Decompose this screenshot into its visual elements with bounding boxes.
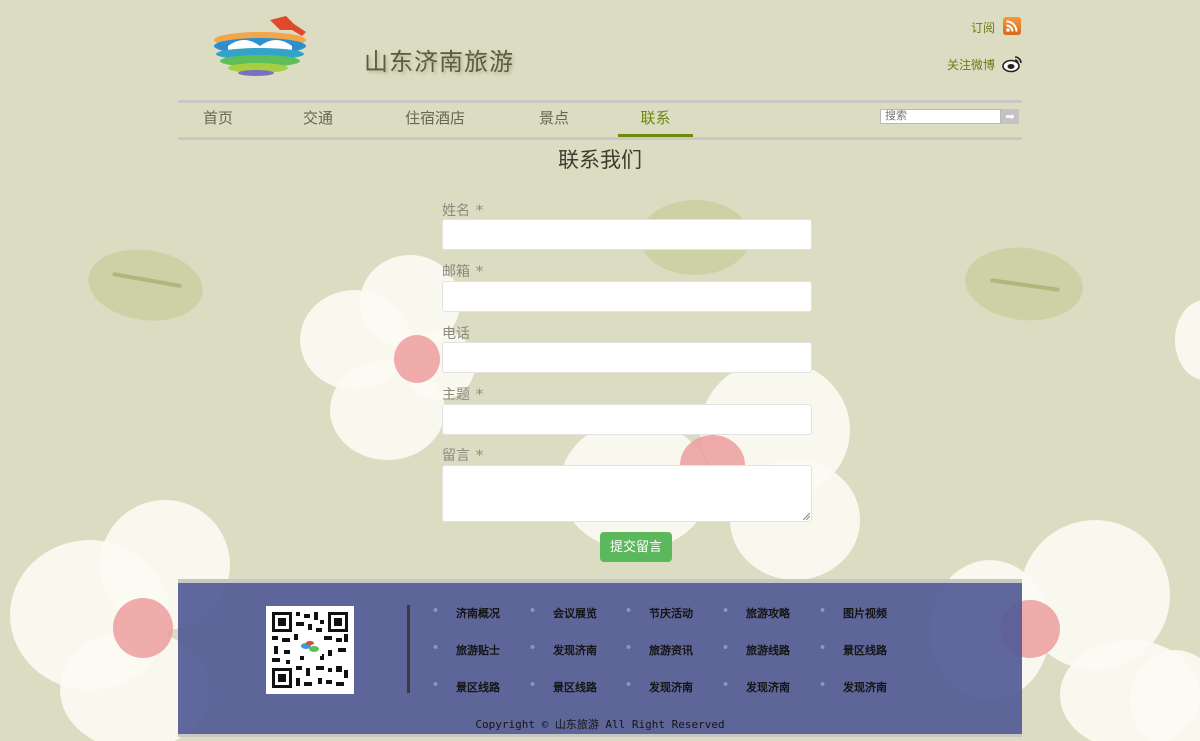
jinan-city-logo-icon xyxy=(214,16,306,76)
site-title: 山东济南旅游 xyxy=(364,48,514,76)
message-textarea[interactable] xyxy=(442,465,812,522)
email-field[interactable] xyxy=(442,281,812,312)
name-label: 姓名 * xyxy=(442,203,483,219)
nav-item-home[interactable]: 首页 xyxy=(198,103,238,134)
footer-link[interactable]: • 发现济南 xyxy=(819,678,933,695)
footer-divider xyxy=(407,605,410,693)
footer-link[interactable]: • 景区线路 xyxy=(819,641,933,658)
subject-label: 主题 * xyxy=(442,387,483,403)
copyright-text: Copyright © 山东旅游 All Right Reserved xyxy=(475,718,725,731)
footer: • 济南概况 • 会议展览 • 节庆活动 • 旅游攻略 • 图片视频 • 旅游贴士 • 发现济… xyxy=(178,579,1022,737)
search-button[interactable]: ➡ xyxy=(1001,109,1019,124)
nav-item-transport[interactable]: 交通 xyxy=(298,103,338,134)
nav-item-attractions[interactable]: 景点 xyxy=(534,103,574,134)
phone-label: 电话 xyxy=(442,326,470,342)
subject-field[interactable] xyxy=(442,404,812,435)
subscribe-link[interactable]: 订阅 xyxy=(971,19,995,36)
nav-item-contact[interactable]: 联系 xyxy=(618,103,693,137)
email-label: 邮箱 * xyxy=(442,264,483,280)
resize-grip-icon[interactable] xyxy=(802,512,810,520)
rss-icon[interactable] xyxy=(1003,17,1021,35)
follow-weibo-link[interactable]: 关注微博 xyxy=(947,56,995,73)
weibo-icon[interactable] xyxy=(1002,54,1022,74)
nav-item-hotels[interactable]: 住宿酒店 xyxy=(400,103,470,134)
message-label: 留言 * xyxy=(442,448,483,464)
page-title: 联系我们 xyxy=(558,148,642,172)
submit-message-button[interactable]: 提交留言 xyxy=(600,532,672,562)
search-input[interactable] xyxy=(880,109,1001,124)
name-field[interactable] xyxy=(442,219,812,250)
footer-link[interactable]: • 图片视频 xyxy=(819,604,933,621)
qr-code-icon xyxy=(266,606,354,694)
phone-field[interactable] xyxy=(442,342,812,373)
main-nav: 首页 交通 住宿酒店 景点 联系 ➡ xyxy=(178,100,1022,140)
